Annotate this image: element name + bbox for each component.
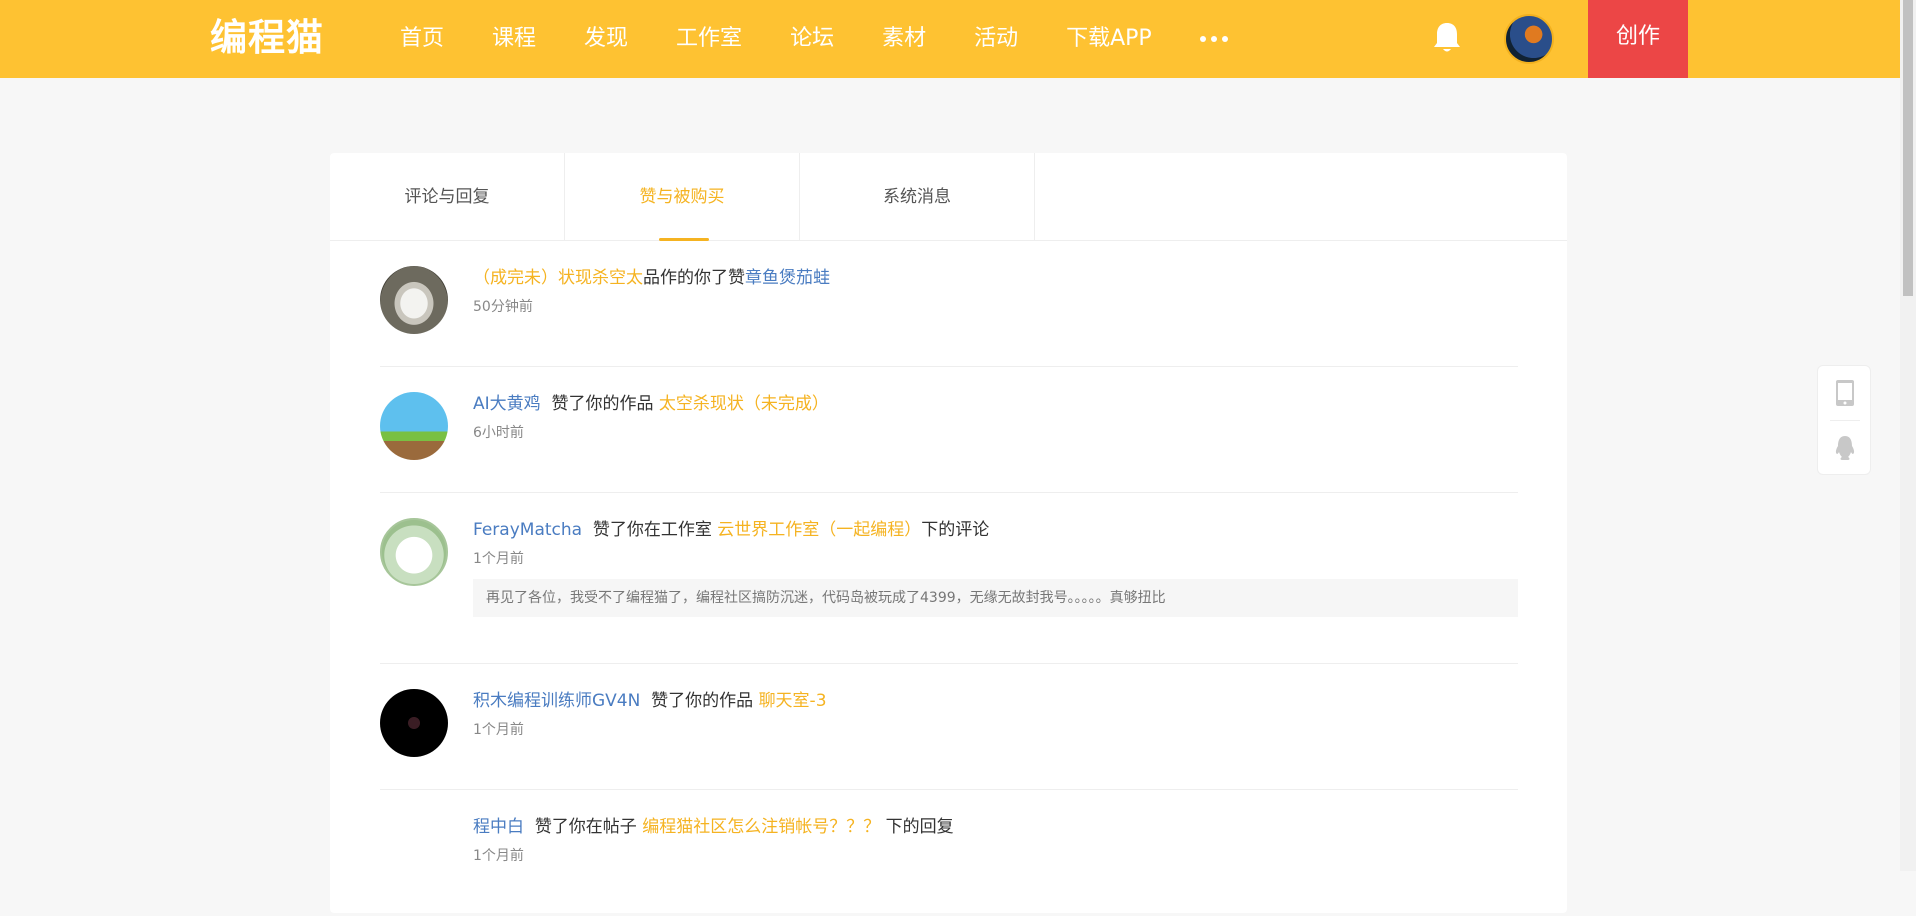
nav-courses[interactable]: 课程 [468,0,560,78]
timestamp: 1个月前 [473,551,524,567]
tab-comments[interactable]: 评论与回复 [330,153,565,241]
avatar[interactable] [380,689,448,757]
mobile-icon[interactable] [1834,379,1856,407]
action-text: 赞了你在帖子 [534,817,637,837]
side-float-panel [1817,365,1871,475]
work-link[interactable]: 聊天室-3 [759,691,827,711]
list-item: FerayMatcha 赞了你在工作室 云世界工作室（一起编程）下的评论 1个月… [380,493,1518,664]
top-header: 编程猫 首页 课程 发现 工作室 论坛 素材 活动 下载APP 创作 [0,0,1900,78]
suffix-text: 下的评论 [921,520,990,540]
quoted-comment: 再见了各位，我受不了编程猫了，编程社区搞防沉迷，代码岛被玩成了4399，无缘无故… [473,579,1518,617]
action-text: 品作的你了赞 [643,268,745,288]
action-text: 赞了你的作品 [551,394,654,414]
nav-forum[interactable]: 论坛 [766,0,858,78]
list-item: 程中白 赞了你在帖子 编程猫社区怎么注销帐号？？？ 下的回复 1个月前 [380,790,1518,916]
nav-discover[interactable]: 发现 [560,0,652,78]
work-link[interactable]: 太空杀现状（未完成） [659,394,829,414]
nav-download-app[interactable]: 下载APP [1042,0,1176,78]
site-logo[interactable]: 编程猫 [210,14,324,62]
timestamp: 50分钟前 [473,299,533,315]
work-link[interactable]: （成完未）状现杀空太 [473,268,643,288]
list-item: 积木编程训练师GV4N 赞了你的作品 聊天室-3 1个月前 [380,664,1518,790]
nav-materials[interactable]: 素材 [858,0,950,78]
action-text: 赞了你的作品 [651,691,754,711]
user-link[interactable]: 积木编程训练师GV4N [473,691,640,711]
user-avatar[interactable] [1504,14,1554,64]
qq-icon[interactable] [1833,434,1857,462]
list-item: AI大黄鸡 赞了你的作品 太空杀现状（未完成） 6小时前 [380,367,1518,493]
message-tabs: 评论与回复 赞与被购买 系统消息 [330,153,1567,241]
suffix-text: 下的回复 [885,817,954,837]
user-link[interactable]: FerayMatcha [473,520,582,540]
list-item: （成完未）状现杀空太品作的你了赞章鱼煲茄蛙 50分钟前 [380,241,1518,367]
create-button[interactable]: 创作 [1588,0,1688,78]
scrollbar-thumb[interactable] [1903,0,1913,296]
timestamp: 1个月前 [473,722,524,738]
avatar[interactable] [380,518,448,586]
post-link[interactable]: 编程猫社区怎么注销帐号？？？ [642,817,880,837]
nav-activities[interactable]: 活动 [950,0,1042,78]
avatar[interactable] [380,266,448,334]
page-scrollbar[interactable] [1900,0,1916,871]
timestamp: 6小时前 [473,425,524,441]
main-nav: 首页 课程 发现 工作室 论坛 素材 活动 下载APP [376,0,1252,78]
bell-icon[interactable] [1431,20,1463,56]
message-list: （成完未）状现杀空太品作的你了赞章鱼煲茄蛙 50分钟前 AI大黄鸡 赞了你的作品… [380,241,1518,916]
user-link[interactable]: 章鱼煲茄蛙 [745,268,830,288]
tab-likes[interactable]: 赞与被购买 [565,153,800,241]
avatar[interactable] [380,392,448,460]
user-link[interactable]: AI大黄鸡 [473,394,541,414]
nav-studio[interactable]: 工作室 [652,0,766,78]
timestamp: 1个月前 [473,848,524,864]
divider [1830,420,1860,421]
user-link[interactable]: 程中白 [473,817,524,837]
message-card: 评论与回复 赞与被购买 系统消息 （成完未）状现杀空太品作的你了赞章鱼煲茄蛙 5… [330,153,1567,913]
nav-home[interactable]: 首页 [376,0,468,78]
tab-system[interactable]: 系统消息 [800,153,1035,241]
action-text: 赞了你在工作室 [592,520,712,540]
more-icon[interactable] [1176,0,1252,78]
studio-link[interactable]: 云世界工作室（一起编程） [717,520,921,540]
